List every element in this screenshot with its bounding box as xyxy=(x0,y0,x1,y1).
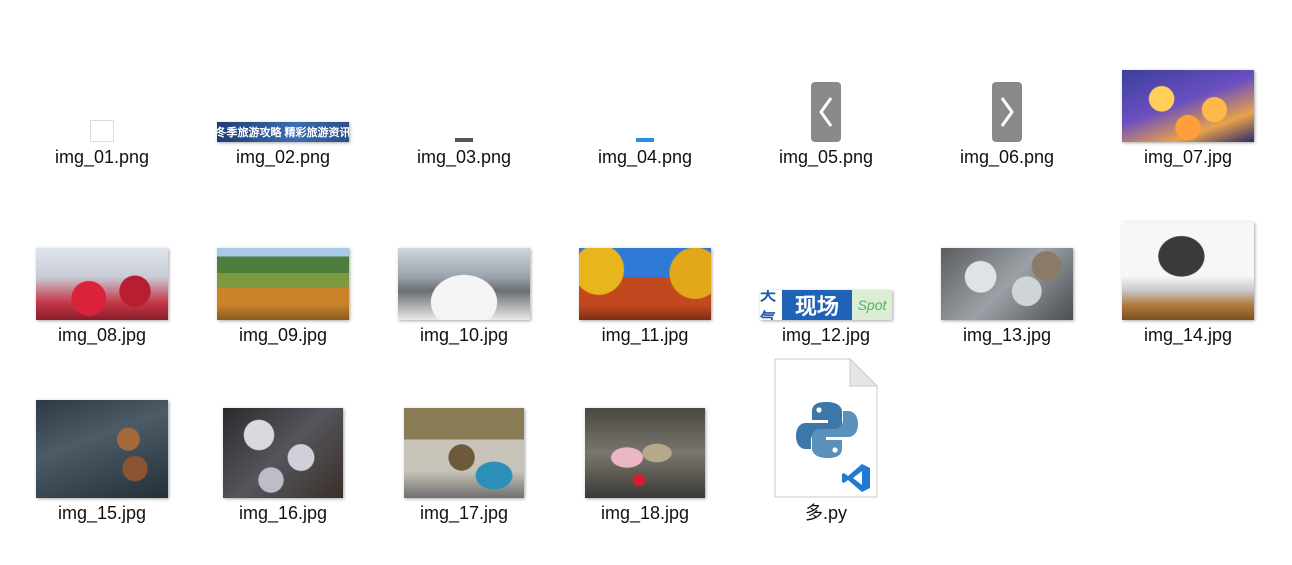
file-name-label: img_02.png xyxy=(235,147,331,167)
file-name-label: img_13.jpg xyxy=(962,325,1052,345)
thumbnail-area xyxy=(380,0,548,142)
thumbnail-area xyxy=(18,356,186,498)
image-thumbnail xyxy=(455,138,473,142)
chevron-left-icon xyxy=(811,82,841,142)
file-item-img-18[interactable]: img_18.jpg xyxy=(561,356,729,524)
weather-text-2: 现场 xyxy=(782,290,852,320)
file-name-label: img_10.jpg xyxy=(419,325,509,345)
thumbnail-area xyxy=(923,0,1091,142)
weather-text-1: 天气 xyxy=(760,290,782,320)
file-name-label: img_06.png xyxy=(959,147,1055,167)
image-thumbnail xyxy=(1122,222,1254,320)
file-item-img-10[interactable]: img_10.jpg xyxy=(380,178,548,346)
file-name-label: img_07.jpg xyxy=(1143,147,1233,167)
file-name-label: img_14.jpg xyxy=(1143,325,1233,345)
image-thumbnail xyxy=(404,408,524,498)
file-item-img-12[interactable]: 天气 现场 Spot img_12.jpg xyxy=(742,178,910,346)
file-name-label: img_03.png xyxy=(416,147,512,167)
file-name-label: img_04.png xyxy=(597,147,693,167)
file-item-img-09[interactable]: img_09.jpg xyxy=(199,178,367,346)
file-name-label: img_05.png xyxy=(778,147,874,167)
thumbnail-area xyxy=(1104,0,1272,142)
file-item-img-08[interactable]: img_08.jpg xyxy=(18,178,186,346)
thumbnail-area: 天气 现场 Spot xyxy=(742,178,910,320)
thumbnail-area xyxy=(742,356,910,498)
thumbnail-area: 冬季旅游攻略 精彩旅游资讯 xyxy=(199,0,367,142)
file-name-label: img_17.jpg xyxy=(419,503,509,523)
thumbnail-area xyxy=(199,356,367,498)
file-explorer-grid: img_01.png 冬季旅游攻略 精彩旅游资讯 img_02.png img_… xyxy=(0,0,1292,565)
thumbnail-area xyxy=(380,356,548,498)
image-thumbnail xyxy=(217,248,349,320)
file-item-img-05[interactable]: img_05.png xyxy=(742,0,910,168)
image-thumbnail xyxy=(585,408,705,498)
file-item-img-16[interactable]: img_16.jpg xyxy=(199,356,367,524)
file-item-py[interactable]: 多.py xyxy=(742,356,910,524)
file-name-label: img_01.png xyxy=(54,147,150,167)
thumbnail-area xyxy=(923,178,1091,320)
image-thumbnail xyxy=(36,248,168,320)
file-item-img-11[interactable]: img_11.jpg xyxy=(561,178,729,346)
file-name-label: img_12.jpg xyxy=(781,325,871,345)
image-thumbnail xyxy=(1122,70,1254,142)
chevron-right-icon xyxy=(992,82,1022,142)
file-name-label: img_09.jpg xyxy=(238,325,328,345)
thumbnail-area xyxy=(199,178,367,320)
python-file-icon xyxy=(774,358,878,498)
file-item-img-07[interactable]: img_07.jpg xyxy=(1104,0,1272,168)
file-name-label: img_08.jpg xyxy=(57,325,147,345)
file-name-label: img_15.jpg xyxy=(57,503,147,523)
thumbnail-area xyxy=(1104,178,1272,320)
file-name-label: img_11.jpg xyxy=(601,325,689,345)
image-thumbnail xyxy=(90,120,114,142)
file-item-img-02[interactable]: 冬季旅游攻略 精彩旅游资讯 img_02.png xyxy=(199,0,367,168)
file-item-img-14[interactable]: img_14.jpg xyxy=(1104,178,1272,346)
file-name-label: img_16.jpg xyxy=(238,503,328,523)
file-name-label: img_18.jpg xyxy=(600,503,690,523)
image-thumbnail xyxy=(223,408,343,498)
file-item-img-04[interactable]: img_04.png xyxy=(561,0,729,168)
banner-text: 冬季旅游攻略 精彩旅游资讯 xyxy=(217,127,349,139)
thumbnail-area xyxy=(561,178,729,320)
thumbnail-area xyxy=(561,356,729,498)
thumbnail-area xyxy=(18,178,186,320)
file-item-img-06[interactable]: img_06.png xyxy=(923,0,1091,168)
image-thumbnail xyxy=(636,138,654,142)
image-thumbnail xyxy=(398,248,530,320)
thumbnail-area xyxy=(18,0,186,142)
file-item-img-17[interactable]: img_17.jpg xyxy=(380,356,548,524)
image-thumbnail xyxy=(941,248,1073,320)
file-item-img-01[interactable]: img_01.png xyxy=(18,0,186,168)
image-thumbnail xyxy=(579,248,711,320)
file-item-img-03[interactable]: img_03.png xyxy=(380,0,548,168)
image-thumbnail xyxy=(36,400,168,498)
weather-text-3: Spot xyxy=(852,290,892,320)
thumbnail-area xyxy=(742,0,910,142)
file-name-label: 多.py xyxy=(804,503,847,523)
thumbnail-area xyxy=(380,178,548,320)
file-item-img-15[interactable]: img_15.jpg xyxy=(18,356,186,524)
thumbnail-area xyxy=(561,0,729,142)
file-item-img-13[interactable]: img_13.jpg xyxy=(923,178,1091,346)
image-thumbnail: 冬季旅游攻略 精彩旅游资讯 xyxy=(217,122,349,142)
image-thumbnail: 天气 现场 Spot xyxy=(760,290,892,320)
